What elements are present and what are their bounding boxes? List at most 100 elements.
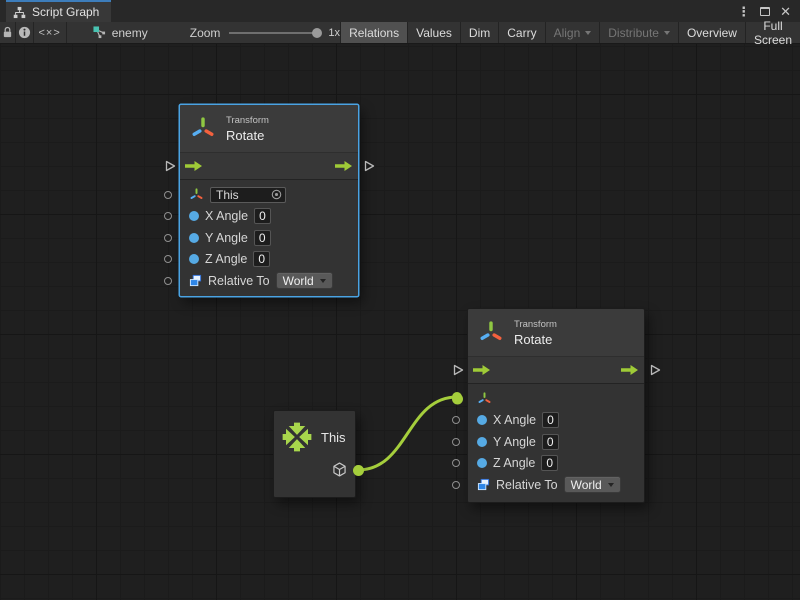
align-label: Align	[554, 26, 581, 40]
x-angle-input[interactable]: 0	[254, 208, 271, 224]
z-angle-input[interactable]: 0	[253, 251, 270, 267]
node-category: Transform	[226, 115, 269, 126]
dropdown-value: World	[571, 478, 602, 492]
enum-type-icon	[189, 274, 202, 287]
number-port-icon	[477, 415, 487, 425]
graph-toolbar: <×> enemy Zoom 1x Relations Values Dim C…	[0, 22, 800, 44]
enum-type-icon	[477, 478, 490, 491]
this-node-content: This	[274, 411, 355, 452]
row-label: X Angle	[493, 413, 536, 427]
dropdown-arrow-icon	[320, 279, 326, 283]
dropdown-arrow-icon	[585, 31, 591, 35]
node-category: Transform	[514, 319, 557, 330]
close-icon[interactable]: ✕	[780, 5, 791, 18]
view-buttons: Relations Values Dim Carry Align Distrib…	[340, 22, 800, 43]
this-output-port[interactable]	[353, 465, 364, 476]
lock-button[interactable]	[0, 22, 16, 43]
object-picker-icon[interactable]	[271, 189, 282, 200]
x-angle-input[interactable]: 0	[542, 412, 559, 428]
dropdown-arrow-icon	[664, 31, 670, 35]
target-field[interactable]: This	[210, 187, 286, 203]
dim-button[interactable]: Dim	[460, 22, 498, 43]
relative-to-dropdown[interactable]: World	[276, 272, 333, 289]
port-row-target: This	[189, 184, 349, 206]
transform-icon	[190, 115, 216, 143]
number-port-icon	[189, 233, 199, 243]
row-label: Z Angle	[493, 456, 535, 470]
zoom-slider[interactable]	[229, 32, 319, 34]
value-port[interactable]	[164, 277, 172, 285]
relative-to-dropdown[interactable]: World	[564, 476, 621, 493]
z-angle-input[interactable]: 0	[541, 455, 558, 471]
graph-name: enemy	[112, 26, 148, 40]
value-port[interactable]	[164, 191, 172, 199]
carry-button[interactable]: Carry	[498, 22, 544, 43]
zoom-control: Zoom 1x	[190, 22, 340, 43]
flow-row	[468, 356, 644, 384]
port-row-y-angle: Y Angle 0	[189, 227, 349, 249]
relations-button[interactable]: Relations	[340, 22, 407, 43]
node-this[interactable]: This	[273, 410, 356, 498]
value-port[interactable]	[164, 234, 172, 242]
distribute-button[interactable]: Distribute	[599, 22, 678, 43]
info-button[interactable]	[16, 22, 34, 43]
connection-wire[interactable]	[358, 397, 457, 470]
value-port[interactable]	[164, 212, 172, 220]
info-icon	[18, 26, 31, 39]
node-body: X Angle 0 Y Angle 0 Z Angle 0	[468, 384, 644, 504]
edit-graph-button[interactable]: <×>	[34, 22, 67, 43]
port-row-x-angle: X Angle 0	[189, 206, 349, 228]
tab-script-graph[interactable]: Script Graph	[6, 0, 111, 22]
value-port[interactable]	[452, 481, 460, 489]
port-row-target	[477, 388, 635, 410]
node-title: Rotate	[514, 332, 557, 347]
window-menu-icon[interactable]: ⋮	[737, 5, 750, 18]
value-port[interactable]	[452, 438, 460, 446]
flow-arrow-out-icon	[335, 160, 353, 172]
graph-canvas[interactable]: Transform Rotate This	[0, 44, 800, 600]
node-header[interactable]: Transform Rotate	[180, 105, 358, 152]
row-label: Relative To	[496, 478, 558, 492]
flow-arrow-out-icon	[621, 364, 639, 376]
overview-button[interactable]: Overview	[678, 22, 745, 43]
port-row-z-angle: Z Angle 0	[189, 249, 349, 271]
row-label: Y Angle	[205, 231, 248, 245]
node-rotate-connected[interactable]: Transform Rotate X Angle 0	[467, 308, 645, 503]
number-port-icon	[477, 458, 487, 468]
zoom-slider-handle[interactable]	[312, 28, 322, 38]
port-row-y-angle: Y Angle 0	[477, 431, 635, 453]
this-node-label: This	[321, 430, 346, 445]
node-body: This X Angle 0 Y Angle 0	[180, 180, 358, 300]
row-label: Y Angle	[493, 435, 536, 449]
row-label: Z Angle	[205, 252, 247, 266]
gameobject-cube-icon	[332, 462, 347, 477]
transform-type-icon	[189, 187, 204, 203]
value-port[interactable]	[452, 416, 460, 424]
y-angle-input[interactable]: 0	[542, 434, 559, 450]
lock-icon	[2, 26, 13, 39]
graph-breadcrumb[interactable]: enemy	[93, 22, 148, 43]
flow-output-port[interactable]	[363, 160, 375, 172]
maximize-icon[interactable]	[760, 7, 770, 16]
node-rotate-selected[interactable]: Transform Rotate This	[179, 104, 359, 297]
number-port-icon	[189, 211, 199, 221]
y-angle-input[interactable]: 0	[254, 230, 271, 246]
port-row-relative-to: Relative To World	[477, 474, 635, 496]
node-header[interactable]: Transform Rotate	[468, 309, 644, 356]
row-label: Relative To	[208, 274, 270, 288]
flow-output-port[interactable]	[649, 364, 661, 376]
align-button[interactable]: Align	[545, 22, 600, 43]
value-port-connected[interactable]	[452, 393, 463, 404]
fullscreen-button[interactable]: Full Screen	[745, 22, 800, 43]
values-button[interactable]: Values	[407, 22, 460, 43]
flow-input-port[interactable]	[452, 364, 464, 376]
zoom-label: Zoom	[190, 26, 221, 40]
transform-type-icon	[477, 391, 492, 407]
code-brackets-icon: <×>	[38, 27, 60, 39]
flow-row	[180, 152, 358, 180]
flow-arrow-in-icon	[473, 364, 491, 376]
value-port[interactable]	[452, 459, 460, 467]
flow-input-port[interactable]	[164, 160, 176, 172]
zoom-value: 1x	[328, 27, 340, 39]
value-port[interactable]	[164, 255, 172, 263]
